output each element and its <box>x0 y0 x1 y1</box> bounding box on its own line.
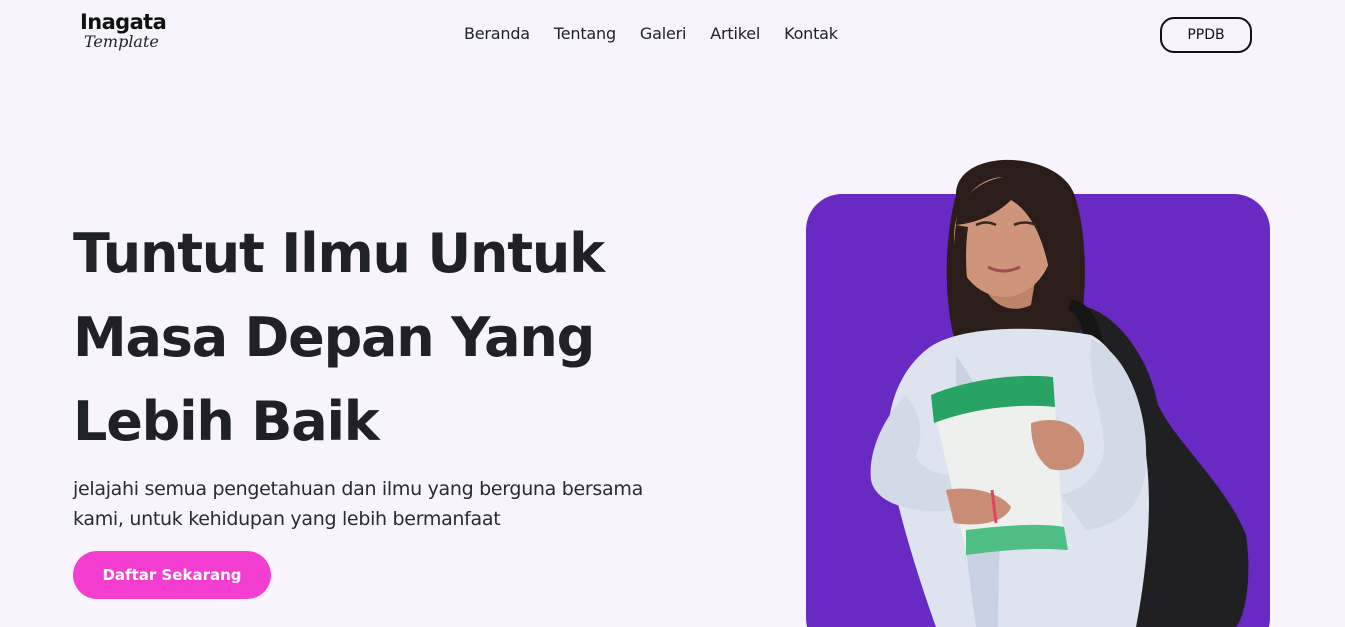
logo-wordmark: Inagata <box>80 10 167 34</box>
hero-title-line-1: Tuntut Ilmu Untuk <box>73 222 605 285</box>
logo[interactable]: Inagata Template <box>80 10 167 51</box>
hero-subtitle-line-2: kami, untuk kehidupan yang lebih bermanf… <box>73 508 501 530</box>
nav-link-artikel[interactable]: Artikel <box>710 24 760 43</box>
nav-link-galeri[interactable]: Galeri <box>640 24 687 43</box>
hero-visual <box>806 155 1276 627</box>
main-nav: Beranda Tentang Galeri Artikel Kontak <box>464 24 838 43</box>
hero-title: Tuntut Ilmu Untuk Masa Depan Yang Lebih … <box>73 212 673 464</box>
daftar-sekarang-button[interactable]: Daftar Sekarang <box>73 551 271 599</box>
nav-link-kontak[interactable]: Kontak <box>784 24 838 43</box>
logo-tagline: Template <box>84 32 159 51</box>
landing-page: Inagata Template Beranda Tentang Galeri … <box>0 0 1345 627</box>
nav-link-beranda[interactable]: Beranda <box>464 24 530 43</box>
student-image <box>870 159 1249 627</box>
hero-title-line-2: Masa Depan Yang <box>73 306 595 369</box>
nav-link-tentang[interactable]: Tentang <box>554 24 616 43</box>
hero-title-line-3: Lebih Baik <box>73 390 380 453</box>
hero-subtitle-line-1: jelajahi semua pengetahuan dan ilmu yang… <box>73 478 643 500</box>
ppdb-button[interactable]: PPDB <box>1160 17 1252 53</box>
hero-subtitle: jelajahi semua pengetahuan dan ilmu yang… <box>73 474 733 534</box>
